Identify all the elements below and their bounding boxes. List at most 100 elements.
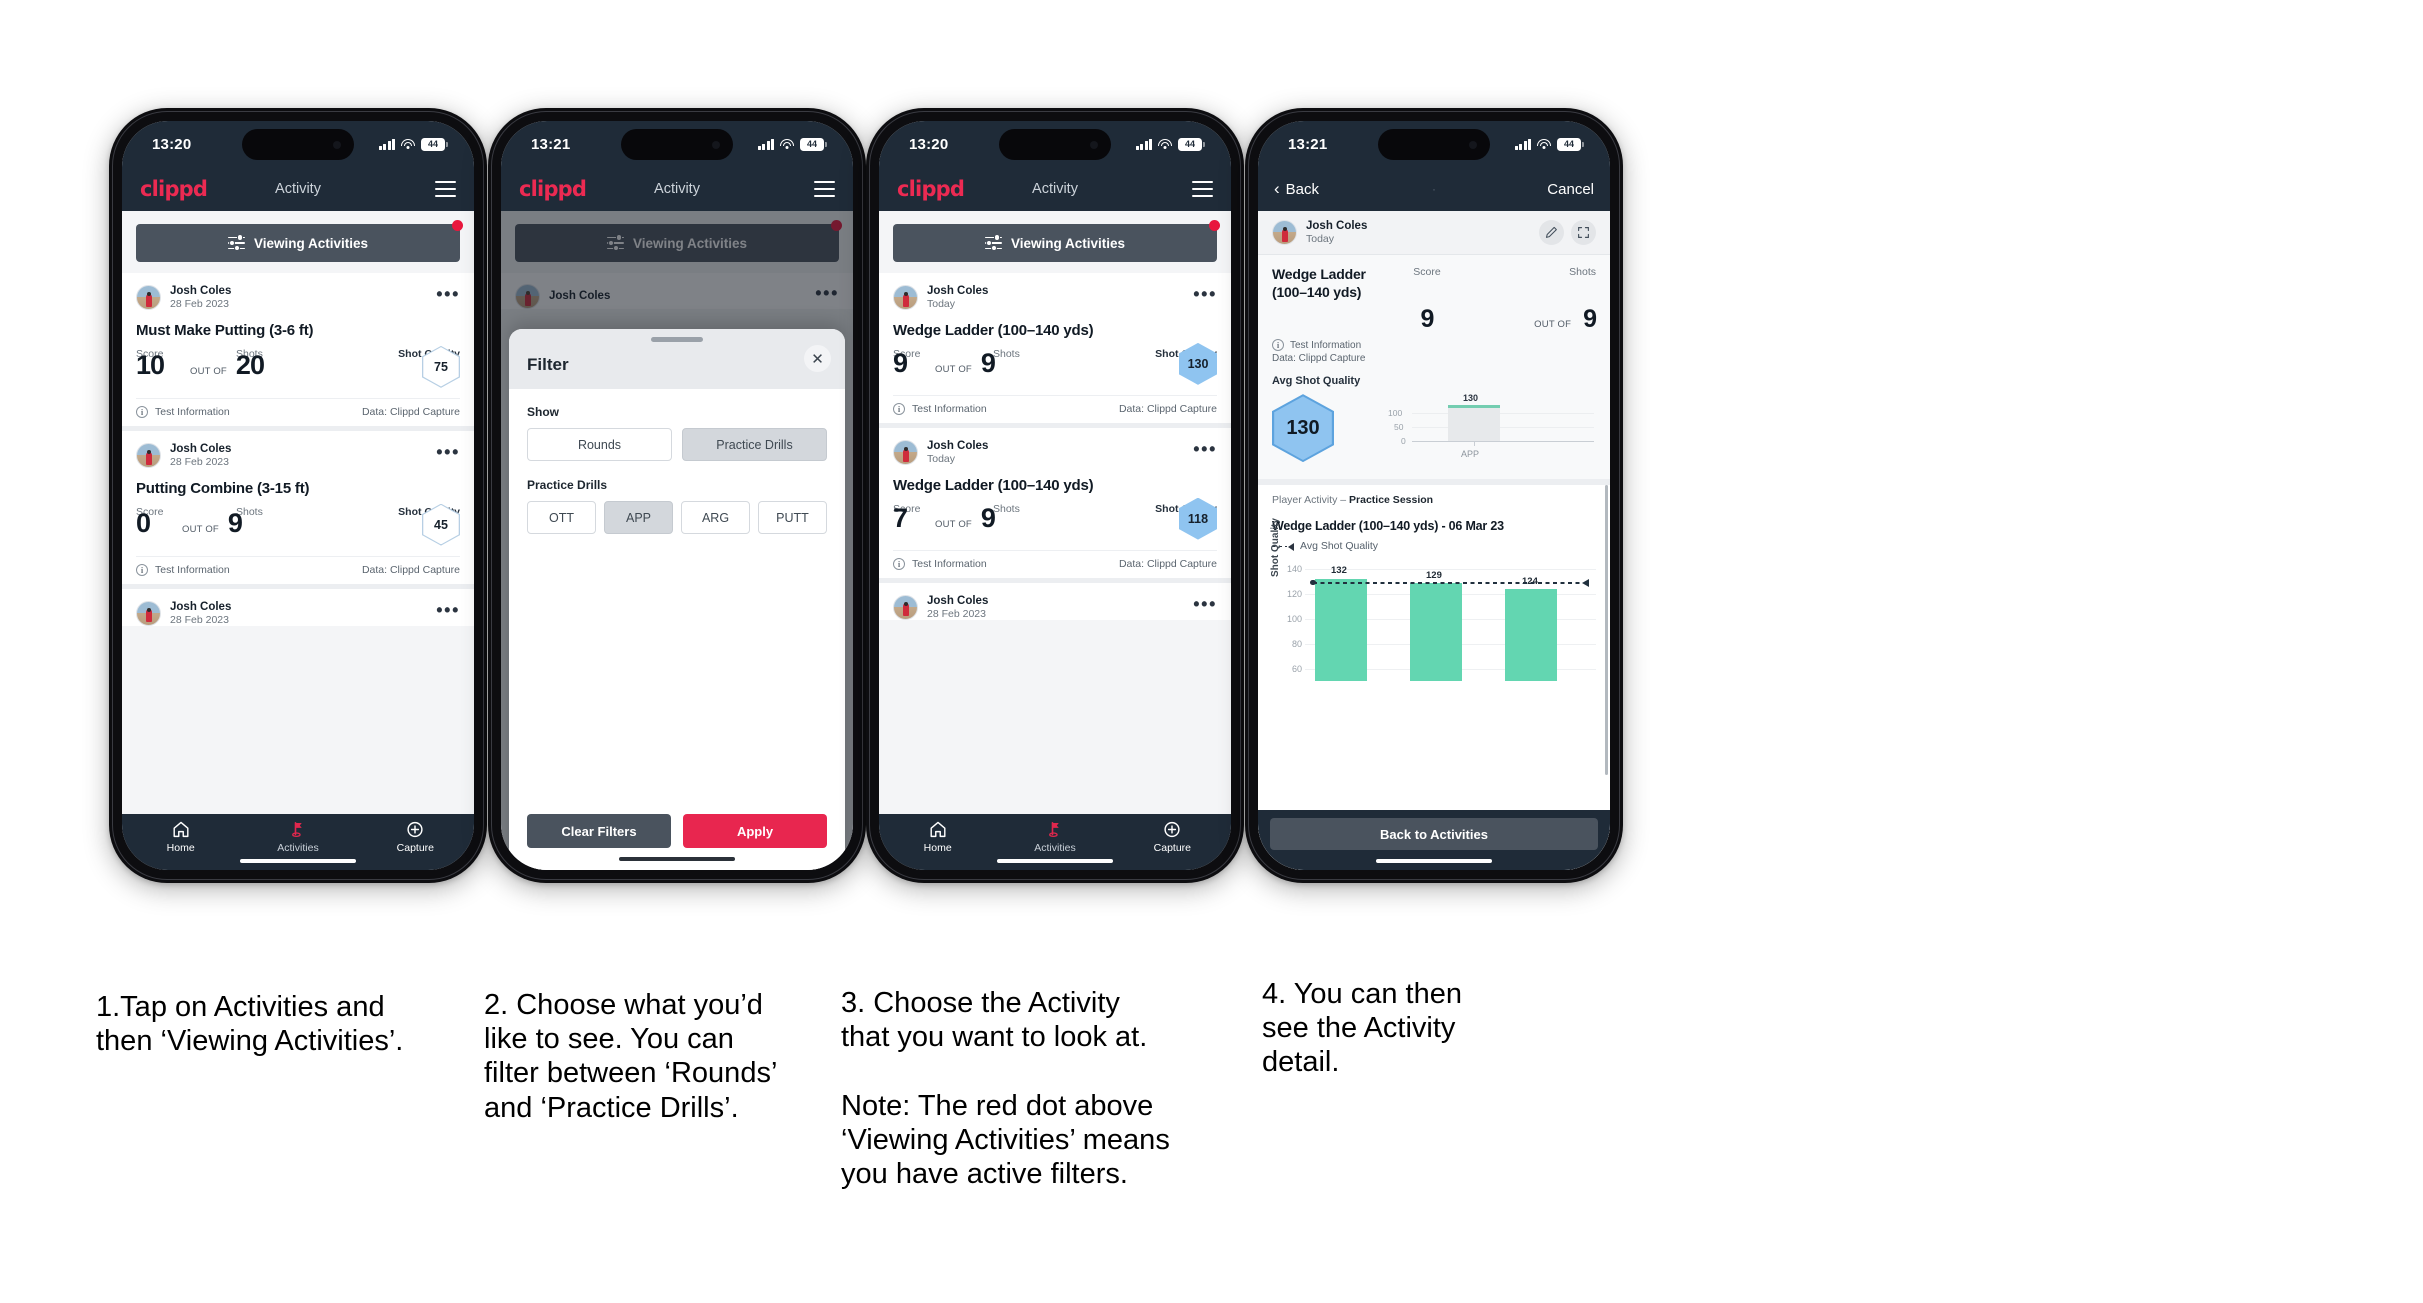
viewing-activities-button[interactable]: Viewing Activities	[136, 224, 460, 262]
wifi-icon	[1158, 138, 1172, 150]
ytick-100: 100	[1286, 614, 1302, 625]
phone-2: 13:21 44 clippd Activity Viewing Activit…	[488, 108, 866, 883]
home-icon	[172, 821, 190, 838]
front-camera-icon	[712, 140, 720, 149]
activity-title: Wedge Ladder (100–140 yds)	[893, 476, 1094, 494]
show-group-label: Show	[527, 405, 559, 419]
activity-list: Viewing Activities Josh Coles 28 Feb 202…	[122, 211, 474, 814]
test-information-label[interactable]: Test Information	[155, 406, 230, 418]
activity-card[interactable]: Josh Coles 28 Feb 2023 •••	[879, 582, 1231, 621]
more-options-icon[interactable]: •••	[1193, 440, 1217, 460]
hamburger-icon[interactable]	[814, 180, 835, 198]
shot-quality-chart: Shot Quality 140 120 100 80 60 132 129	[1270, 518, 1596, 682]
card-user: Josh Coles 28 Feb 2023	[927, 594, 988, 621]
test-information-label[interactable]: Test Information	[912, 558, 987, 570]
activity-card[interactable]: Josh Coles 28 Feb 2023 ••• Putting Combi…	[122, 430, 474, 589]
filter-chip-putt[interactable]: PUTT	[758, 501, 827, 534]
activity-date: 28 Feb 2023	[170, 298, 229, 311]
card-user: Josh Coles Today	[927, 284, 988, 311]
status-bar: 13:21 44	[501, 121, 853, 167]
more-options-icon[interactable]: •••	[1193, 595, 1217, 615]
back-button[interactable]: ‹ Back	[1274, 179, 1319, 198]
status-time: 13:20	[152, 135, 192, 153]
shots-value: 9	[980, 503, 996, 534]
tab-activities-label: Activities	[1034, 842, 1076, 854]
front-camera-icon	[333, 140, 341, 149]
more-options-icon[interactable]: •••	[436, 285, 460, 305]
filter-chip-ott[interactable]: OTT	[527, 501, 596, 534]
bar-value: 132	[1331, 565, 1347, 577]
nav-center-dot: ·	[1432, 182, 1436, 196]
tab-capture[interactable]: Capture	[357, 821, 474, 854]
card-footer: i Test Information Data: Clippd Capture	[893, 549, 1217, 578]
info-icon: i	[136, 563, 148, 576]
test-information-label[interactable]: Test Information	[912, 403, 987, 415]
more-options-icon[interactable]: •••	[1193, 285, 1217, 305]
activity-card[interactable]: Josh Coles Today ••• Wedge Ladder (100–1…	[879, 427, 1231, 583]
cancel-button[interactable]: Cancel	[1547, 181, 1594, 198]
activity-date: Today	[927, 298, 956, 311]
drag-handle[interactable]	[651, 337, 703, 342]
detail-shots-col: Shots	[1470, 266, 1596, 278]
phone-2-screen: 13:21 44 clippd Activity Viewing Activit…	[501, 121, 853, 870]
tab-activities[interactable]: Activities	[239, 821, 356, 854]
activity-card[interactable]: Josh Coles Today ••• Wedge Ladder (100–1…	[879, 273, 1231, 428]
viewing-activities-button[interactable]: Viewing Activities	[893, 224, 1217, 262]
activity-date: 28 Feb 2023	[170, 455, 229, 468]
bottom-tab-bar: Home Activities Capture	[879, 814, 1231, 870]
apply-button[interactable]: Apply	[683, 814, 827, 848]
filter-chip-arg[interactable]: ARG	[681, 501, 750, 534]
filter-option-rounds[interactable]: Rounds	[527, 428, 672, 461]
card-header: Josh Coles 28 Feb 2023 •••	[136, 284, 460, 311]
shot-quality-hex: 130	[1179, 342, 1217, 385]
tab-home[interactable]: Home	[122, 821, 239, 854]
test-information-row[interactable]: i Test Information	[1272, 339, 1596, 352]
tab-capture[interactable]: Capture	[1114, 821, 1231, 854]
chart-bar	[1315, 579, 1367, 682]
test-information-label[interactable]: Test Information	[155, 564, 230, 576]
wifi-icon	[1537, 138, 1551, 150]
clear-filters-button[interactable]: Clear Filters	[527, 814, 671, 848]
hamburger-icon[interactable]	[435, 180, 456, 198]
out-of-label: OUT OF	[935, 519, 972, 531]
user-name: Josh Coles	[170, 442, 232, 455]
activity-list-dimmed: Viewing Activities Josh Coles •••	[501, 211, 853, 870]
filter-chip-app[interactable]: APP	[604, 501, 673, 534]
tab-capture-label: Capture	[396, 842, 434, 854]
viewing-activities-label: Viewing Activities	[1010, 235, 1126, 251]
ytick-120: 120	[1286, 589, 1302, 600]
close-icon[interactable]: ✕	[804, 345, 831, 372]
card-footer: i Test Information Data: Clippd Capture	[136, 555, 460, 584]
page-title: Activity	[654, 181, 700, 197]
arg-label: ARG	[701, 510, 730, 525]
tab-home[interactable]: Home	[879, 821, 996, 854]
tab-home-label: Home	[166, 842, 195, 854]
wifi-icon	[780, 138, 794, 150]
hamburger-icon[interactable]	[1192, 180, 1213, 198]
activity-card[interactable]: Josh Coles 28 Feb 2023 •••	[122, 588, 474, 627]
battery-icon: 44	[1178, 137, 1205, 151]
score-value: 10	[136, 349, 165, 380]
bottom-tab-bar: Home Activities Capture	[122, 814, 474, 870]
ytick-80: 80	[1291, 639, 1302, 650]
shots-value: 20	[235, 349, 265, 380]
shot-quality-hex: 45	[422, 503, 460, 546]
phone-3-screen: 13:20 44 clippd Activity Viewing Activit…	[879, 121, 1231, 870]
detail-scrollbar[interactable]	[1604, 485, 1608, 776]
pencil-icon[interactable]	[1539, 219, 1564, 245]
back-to-activities-button[interactable]: Back to Activities	[1270, 818, 1598, 850]
status-bar: 13:21 44	[1258, 121, 1610, 167]
tab-activities[interactable]: Activities	[996, 821, 1113, 854]
status-indicators: 44	[378, 137, 448, 151]
ytick-60: 60	[1291, 664, 1302, 675]
phone-4: 13:21 44 ‹ Back · Cancel Josh Coles Toda…	[1245, 108, 1623, 883]
filter-option-practice-drills[interactable]: Practice Drills	[682, 428, 827, 461]
activity-card[interactable]: Josh Coles 28 Feb 2023 ••• Must Make Put…	[122, 273, 474, 431]
app-header: clippd Activity	[122, 167, 474, 211]
fullscreen-icon[interactable]	[1571, 219, 1596, 245]
more-options-icon[interactable]: •••	[436, 443, 460, 463]
mini-bar-value: 130	[1463, 393, 1479, 404]
chevron-left-icon: ‹	[1274, 179, 1280, 198]
viewing-activities-wrap: Viewing Activities	[879, 211, 1231, 273]
more-options-icon[interactable]: •••	[436, 601, 460, 621]
